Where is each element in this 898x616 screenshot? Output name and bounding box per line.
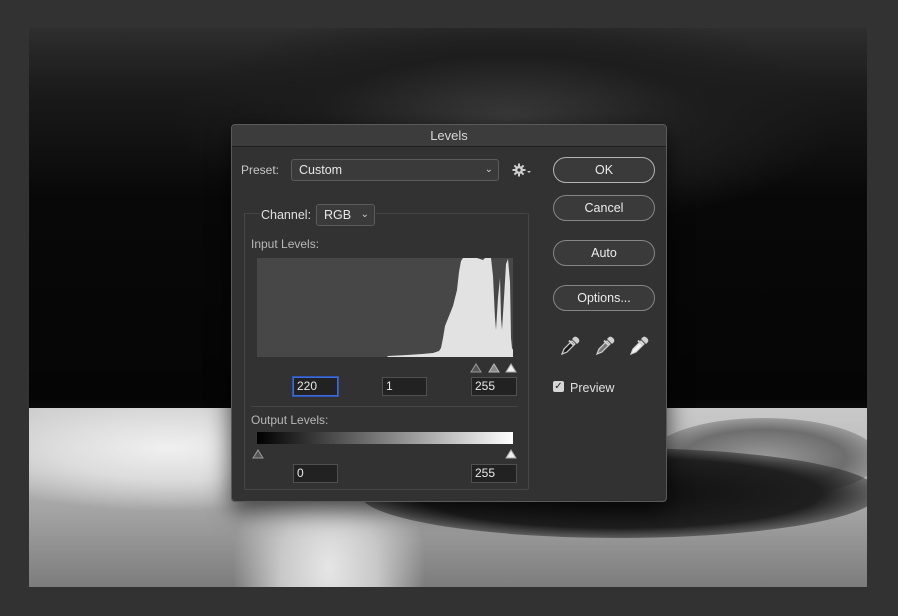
input-gamma-slider[interactable] xyxy=(488,360,500,378)
output-white-field[interactable]: 255 xyxy=(471,464,517,483)
output-white-slider[interactable] xyxy=(505,446,517,464)
options-button[interactable]: Options... xyxy=(553,285,655,311)
output-black-field[interactable]: 0 xyxy=(293,464,338,483)
channel-label: Channel: xyxy=(261,208,312,222)
histogram-graph xyxy=(387,258,513,357)
input-white-field[interactable]: 255 xyxy=(471,377,517,396)
preset-dropdown[interactable]: Custom ⌄ xyxy=(291,159,499,181)
preview-label: Preview xyxy=(570,381,615,395)
section-divider xyxy=(251,406,518,407)
ok-button[interactable]: OK xyxy=(553,157,655,183)
chevron-down-icon: ⌄ xyxy=(484,164,493,175)
cancel-button[interactable]: Cancel xyxy=(553,195,655,221)
chevron-down-icon: ⌄ xyxy=(360,209,369,220)
input-black-slider[interactable] xyxy=(470,360,482,378)
output-levels-label: Output Levels: xyxy=(251,413,329,427)
channel-value: RGB xyxy=(324,208,352,222)
group-top-border-left xyxy=(244,213,260,214)
output-black-slider[interactable] xyxy=(252,446,264,464)
output-gradient-bar xyxy=(257,432,513,444)
input-white-slider[interactable] xyxy=(505,360,517,378)
input-gamma-field[interactable]: 1 xyxy=(382,377,427,396)
preset-value: Custom xyxy=(299,163,343,177)
histogram xyxy=(257,258,513,357)
input-black-field[interactable]: 220 xyxy=(293,377,338,396)
white-eyedropper-icon[interactable] xyxy=(628,335,650,362)
black-eyedropper-icon[interactable] xyxy=(559,335,581,362)
preset-label: Preset: xyxy=(241,163,280,177)
channel-dropdown[interactable]: RGB ⌄ xyxy=(316,204,375,226)
group-top-border-right xyxy=(376,213,527,214)
gear-icon[interactable] xyxy=(512,162,534,178)
input-levels-label: Input Levels: xyxy=(251,237,320,251)
auto-button[interactable]: Auto xyxy=(553,240,655,266)
levels-dialog: Levels Preset: Custom ⌄ Channel: RGB ⌄ I… xyxy=(231,124,667,502)
dialog-title: Levels xyxy=(232,125,666,147)
preview-checkbox[interactable]: ✓ xyxy=(553,381,564,392)
gray-eyedropper-icon[interactable] xyxy=(594,335,616,362)
